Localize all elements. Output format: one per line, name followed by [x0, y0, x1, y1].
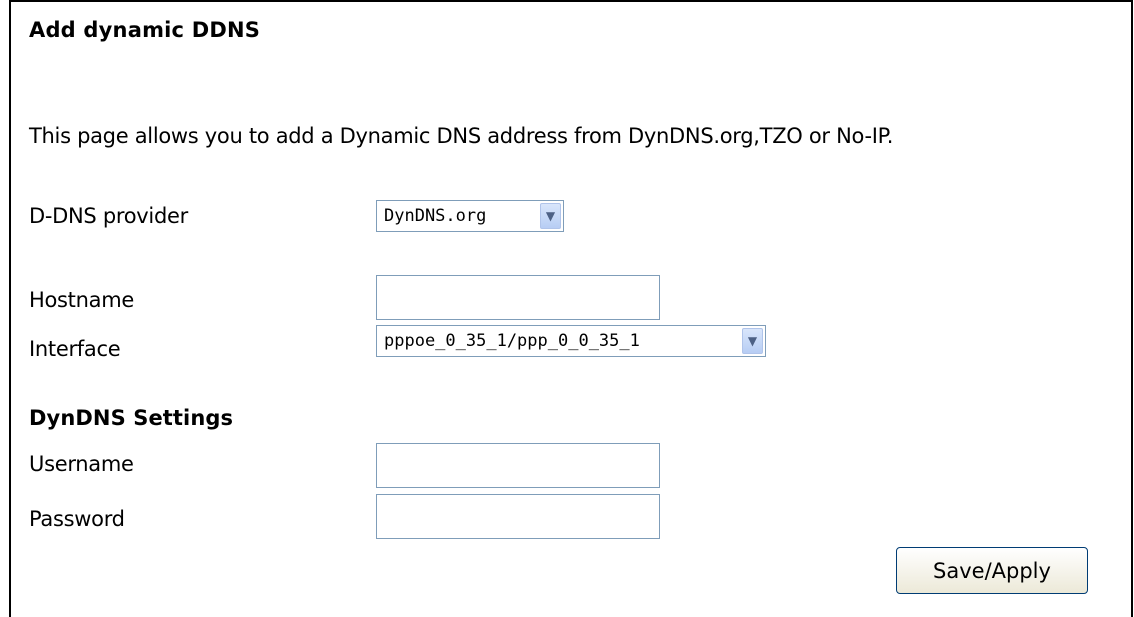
username-label: Username [29, 452, 134, 476]
chevron-down-icon[interactable]: ▼ [540, 203, 561, 229]
chevron-down-icon[interactable]: ▼ [742, 328, 763, 354]
provider-select[interactable]: DynDNS.org ▼ [376, 200, 564, 232]
page-description: This page allows you to add a Dynamic DN… [29, 124, 894, 148]
interface-label: Interface [29, 337, 121, 361]
save-apply-button[interactable]: Save/Apply [896, 547, 1088, 594]
hostname-input[interactable] [376, 275, 660, 320]
provider-select-value: DynDNS.org [384, 206, 487, 226]
page-title: Add dynamic DDNS [29, 18, 261, 42]
username-input[interactable] [376, 443, 660, 488]
password-label: Password [29, 507, 125, 531]
hostname-label: Hostname [29, 288, 134, 312]
dyndns-settings-title: DynDNS Settings [29, 406, 234, 430]
interface-select-value: pppoe_0_35_1/ppp_0_0_35_1 [384, 331, 640, 351]
provider-label: D-DNS provider [29, 204, 188, 228]
interface-select[interactable]: pppoe_0_35_1/ppp_0_0_35_1 ▼ [376, 325, 766, 357]
password-input[interactable] [376, 494, 660, 539]
